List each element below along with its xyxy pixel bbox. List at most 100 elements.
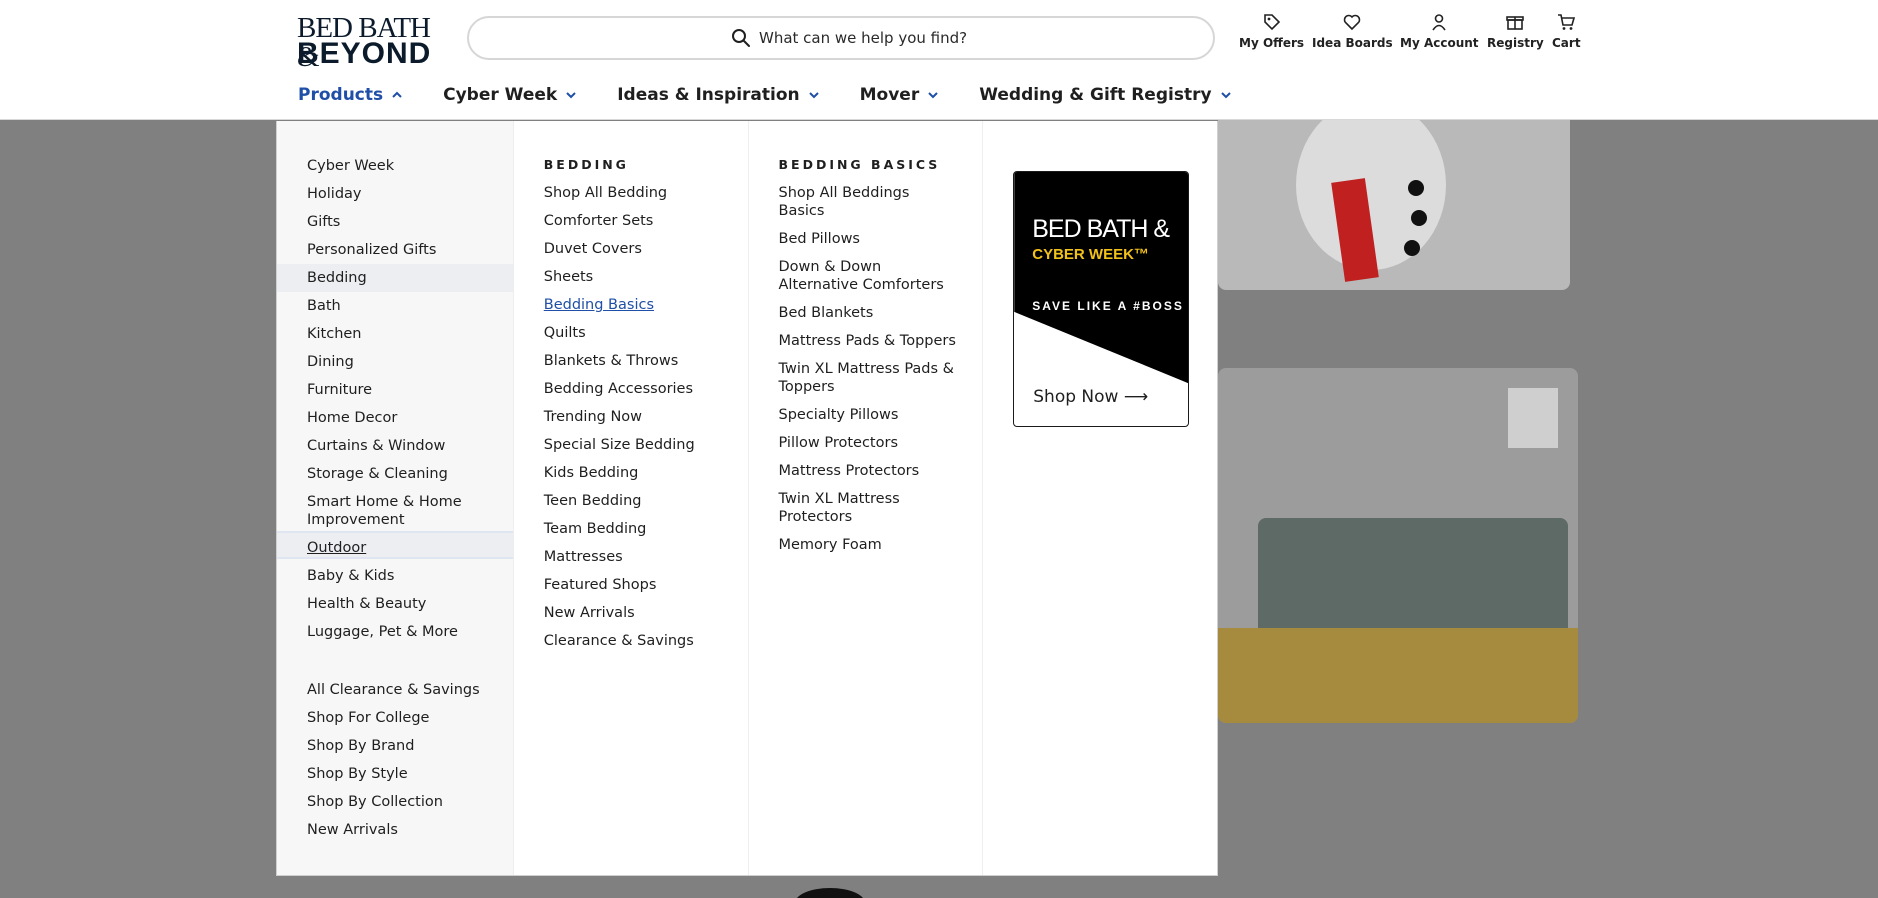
bedding-link[interactable]: New Arrivals	[544, 604, 635, 622]
chevron-up-icon	[392, 91, 402, 98]
category-personalized-gifts[interactable]: Personalized Gifts	[307, 241, 436, 259]
category-bath[interactable]: Bath	[307, 297, 341, 315]
category-shop-by-style[interactable]: Shop By Style	[307, 765, 408, 783]
nav-cyber-week[interactable]: Cyber Week	[443, 82, 577, 108]
basics-link[interactable]: Bed Pillows	[779, 230, 860, 248]
bedding-link-active[interactable]: Bedding Basics	[544, 296, 654, 314]
chevron-down-icon	[928, 92, 938, 99]
cart-label: Cart	[1552, 36, 1581, 50]
category-dining[interactable]: Dining	[307, 353, 354, 371]
category-health-beauty[interactable]: Health & Beauty	[307, 595, 426, 613]
nav-ideas-label: Ideas & Inspiration	[617, 85, 800, 105]
search-input[interactable]	[759, 26, 1179, 50]
bedding-link[interactable]: Blankets & Throws	[544, 352, 679, 370]
category-column: Cyber Week Holiday Gifts Personalized Gi…	[277, 121, 513, 875]
bedding-link[interactable]: Duvet Covers	[544, 240, 642, 258]
basics-link[interactable]: Down & Down Alternative Comforters	[779, 258, 949, 294]
idea-boards-label: Idea Boards	[1312, 36, 1393, 50]
bedding-basics-column: BEDDING BASICS Shop All Beddings Basics …	[747, 121, 983, 875]
basics-link[interactable]: Shop All Beddings Basics	[779, 184, 929, 220]
category-outdoor[interactable]: Outdoor	[307, 539, 366, 557]
cart-link[interactable]: Cart	[1552, 12, 1581, 60]
bedding-link[interactable]: Trending Now	[544, 408, 642, 426]
basics-link[interactable]: Twin XL Mattress Pads & Toppers	[779, 360, 959, 396]
category-shop-by-collection[interactable]: Shop By Collection	[307, 793, 443, 811]
category-kitchen[interactable]: Kitchen	[307, 325, 362, 343]
search-bar[interactable]	[467, 16, 1215, 60]
category-furniture[interactable]: Furniture	[307, 381, 372, 399]
basics-link[interactable]: Mattress Protectors	[779, 462, 920, 480]
bedding-link[interactable]: Sheets	[544, 268, 593, 286]
bedding-link[interactable]: Team Bedding	[544, 520, 647, 538]
category-shop-for-college[interactable]: Shop For College	[307, 709, 429, 727]
basics-link[interactable]: Mattress Pads & Toppers	[779, 332, 956, 350]
cart-icon	[1558, 14, 1576, 30]
category-baby-kids[interactable]: Baby & Kids	[307, 567, 394, 585]
my-offers-label: My Offers	[1239, 36, 1305, 50]
my-offers-link[interactable]: My Offers	[1239, 12, 1304, 60]
promo-line-2: CYBER WEEK™	[1032, 246, 1149, 263]
idea-boards-link[interactable]: Idea Boards	[1312, 12, 1393, 60]
bedding-link[interactable]: Bedding Accessories	[544, 380, 693, 398]
bedding-link[interactable]: Featured Shops	[544, 576, 657, 594]
bedding-link[interactable]: Mattresses	[544, 548, 623, 566]
main-navigation: Products Cyber Week Ideas & Inspiration …	[298, 82, 1272, 108]
nav-wedding-gift-registry[interactable]: Wedding & Gift Registry	[979, 82, 1231, 108]
bedding-link[interactable]: Kids Bedding	[544, 464, 639, 482]
bedding-heading: BEDDING	[543, 157, 629, 172]
registry-link[interactable]: Registry	[1487, 12, 1544, 60]
nav-cyber-week-label: Cyber Week	[443, 85, 558, 105]
promo-banner	[1014, 172, 1189, 384]
nav-products[interactable]: Products	[298, 82, 403, 108]
category-storage-cleaning[interactable]: Storage & Cleaning	[307, 465, 448, 483]
nav-products-label: Products	[298, 85, 384, 105]
user-icon	[1432, 14, 1446, 31]
category-new-arrivals[interactable]: New Arrivals	[307, 821, 398, 839]
site-header: BED BATH & BEYOND My Offers Idea Boards …	[0, 0, 1878, 120]
category-luggage-pet[interactable]: Luggage, Pet & More	[307, 623, 458, 641]
category-shop-by-brand[interactable]: Shop By Brand	[307, 737, 414, 755]
promo-line-1: BED BATH &	[1032, 215, 1170, 243]
chevron-down-icon	[566, 92, 576, 99]
my-account-link[interactable]: My Account	[1400, 12, 1479, 60]
basics-link[interactable]: Memory Foam	[779, 536, 882, 554]
hero-image-patio	[1218, 368, 1578, 723]
category-curtains-window[interactable]: Curtains & Window	[307, 437, 445, 455]
bedding-link[interactable]: Comforter Sets	[544, 212, 654, 230]
bedding-link[interactable]: Special Size Bedding	[544, 436, 695, 454]
registry-label: Registry	[1487, 36, 1544, 50]
category-all-clearance[interactable]: All Clearance & Savings	[307, 681, 480, 699]
cyber-week-promo-card[interactable]: BED BATH & CYBER WEEK™ SAVE LIKE A #BOSS…	[1013, 171, 1190, 427]
bedding-link[interactable]: Shop All Bedding	[544, 184, 667, 202]
my-account-label: My Account	[1400, 36, 1479, 50]
category-smart-home[interactable]: Smart Home & Home Improvement	[307, 493, 487, 529]
hero-image-snowman	[1218, 120, 1570, 290]
bedding-column: BEDDING Shop All Bedding Comforter Sets …	[512, 121, 748, 875]
logo-line-2: BEYOND	[297, 37, 432, 70]
gift-icon	[1506, 16, 1525, 30]
chevron-down-icon	[808, 92, 819, 99]
basics-link[interactable]: Twin XL Mattress Protectors	[779, 490, 909, 526]
bedding-link[interactable]: Quilts	[544, 324, 586, 342]
category-holiday[interactable]: Holiday	[307, 185, 362, 203]
bedding-link[interactable]: Clearance & Savings	[544, 632, 694, 650]
bedding-link[interactable]: Teen Bedding	[544, 492, 642, 510]
bedding-basics-heading: BEDDING BASICS	[778, 157, 941, 172]
category-gifts[interactable]: Gifts	[307, 213, 340, 231]
nav-ideas-inspiration[interactable]: Ideas & Inspiration	[617, 82, 819, 108]
category-cyber-week[interactable]: Cyber Week	[307, 157, 394, 175]
basics-link[interactable]: Specialty Pillows	[779, 406, 899, 424]
basics-link[interactable]: Bed Blankets	[779, 304, 874, 322]
nav-wedding-label: Wedding & Gift Registry	[979, 85, 1212, 105]
heart-icon	[1344, 14, 1361, 31]
nav-mover-label: Mover	[859, 85, 920, 105]
chevron-down-icon	[1220, 92, 1231, 99]
shop-now-link[interactable]: Shop Now ⟶	[1033, 387, 1148, 407]
search-icon[interactable]	[731, 28, 751, 48]
basics-link[interactable]: Pillow Protectors	[779, 434, 899, 452]
nav-mover[interactable]: Mover	[860, 82, 940, 108]
site-logo[interactable]: BED BATH & BEYOND	[297, 14, 443, 72]
category-home-decor[interactable]: Home Decor	[307, 409, 397, 427]
products-mega-menu: Cyber Week Holiday Gifts Personalized Gi…	[276, 121, 1218, 876]
category-bedding[interactable]: Bedding	[307, 269, 367, 287]
